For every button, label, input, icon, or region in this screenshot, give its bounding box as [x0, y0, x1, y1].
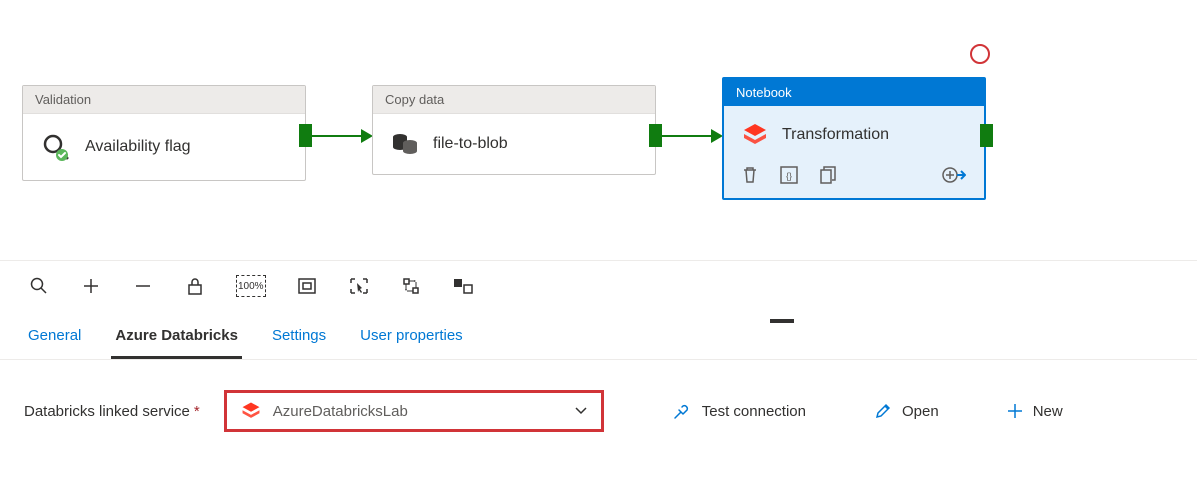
zoom-out-icon[interactable]	[132, 275, 154, 297]
linked-service-label: Databricks linked service*	[24, 403, 200, 420]
node-action-bar: {}	[724, 160, 984, 198]
node-body: file-to-blob	[373, 114, 655, 174]
node-header: Notebook	[724, 79, 984, 106]
svg-text:{}: {}	[786, 171, 792, 181]
tab-user-properties[interactable]: User properties	[356, 317, 467, 359]
node-title: Availability flag	[85, 138, 191, 156]
minimap-icon[interactable]	[452, 275, 474, 297]
canvas-toolbar: 100%	[0, 260, 1197, 311]
add-next-icon[interactable]	[942, 166, 966, 184]
dropdown-value: AzureDatabricksLab	[273, 403, 563, 420]
linked-service-dropdown[interactable]: AzureDatabricksLab	[224, 390, 604, 432]
plus-icon	[1007, 403, 1023, 419]
connection-icon	[672, 401, 692, 421]
select-icon[interactable]	[348, 275, 370, 297]
auto-layout-icon[interactable]	[400, 275, 422, 297]
pipeline-canvas[interactable]: Validation Availability flag Copy data	[0, 0, 1197, 260]
delete-icon[interactable]	[742, 166, 758, 184]
node-title: file-to-blob	[433, 135, 508, 153]
panel-resize-handle[interactable]	[770, 319, 794, 323]
test-connection-button[interactable]: Test connection	[672, 401, 806, 421]
node-header: Validation	[23, 86, 305, 114]
connector-handle[interactable]	[980, 124, 993, 147]
tab-general[interactable]: General	[24, 317, 85, 359]
databricks-icon	[742, 122, 768, 148]
flow-arrow	[312, 135, 362, 137]
properties-tabs: General Azure Databricks Settings User p…	[0, 311, 1197, 360]
node-title: Transformation	[782, 126, 889, 144]
linked-service-row: Databricks linked service* AzureDatabric…	[0, 360, 1197, 462]
tab-settings[interactable]: Settings	[268, 317, 330, 359]
connector-handle[interactable]	[299, 124, 312, 147]
node-body: Availability flag	[23, 114, 305, 180]
highlight-circle	[970, 44, 990, 64]
chevron-down-icon	[575, 407, 587, 415]
search-icon[interactable]	[28, 275, 50, 297]
database-copy-icon	[391, 132, 419, 156]
code-icon[interactable]: {}	[780, 166, 798, 184]
open-button[interactable]: Open	[874, 402, 939, 420]
activity-node-copy-data[interactable]: Copy data file-to-blob	[372, 85, 656, 175]
connector-handle[interactable]	[649, 124, 662, 147]
flow-arrow	[662, 135, 712, 137]
zoom-in-icon[interactable]	[80, 275, 102, 297]
edit-icon	[874, 402, 892, 420]
node-body: Transformation	[724, 106, 984, 160]
fit-screen-icon[interactable]	[296, 275, 318, 297]
zoom-100-icon[interactable]: 100%	[236, 275, 266, 297]
activity-node-notebook[interactable]: Notebook Transformation {}	[722, 77, 986, 200]
required-asterisk: *	[194, 403, 200, 420]
copy-icon[interactable]	[820, 166, 836, 184]
node-header: Copy data	[373, 86, 655, 114]
databricks-icon	[241, 401, 261, 421]
activity-node-validation[interactable]: Validation Availability flag	[22, 85, 306, 181]
lock-icon[interactable]	[184, 275, 206, 297]
tab-azure-databricks[interactable]: Azure Databricks	[111, 317, 242, 359]
new-button[interactable]: New	[1007, 403, 1063, 420]
search-check-icon	[41, 132, 71, 162]
